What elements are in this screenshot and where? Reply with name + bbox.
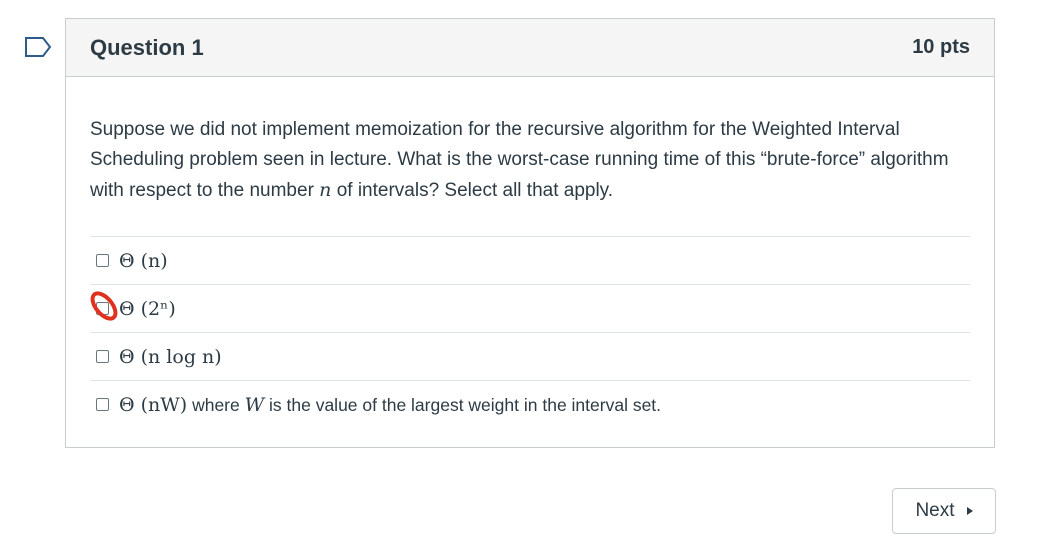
question-text-part2: of intervals? Select all that apply.	[331, 180, 614, 201]
answer-option-2[interactable]: Θ (2ⁿ)	[90, 285, 970, 333]
answer-label-3: Θ (n log n)	[119, 346, 222, 368]
answer-label-2: Θ (2ⁿ)	[119, 298, 176, 320]
question-text-variable: n	[319, 179, 332, 201]
answer-text-4-variable: W	[244, 393, 265, 416]
answer-option-4[interactable]: Θ (nW) where W is the value of the large…	[90, 381, 970, 428]
question-title: Question 1	[90, 34, 204, 60]
answer-checkbox-4[interactable]	[96, 398, 109, 411]
answer-option-3[interactable]: Θ (n log n)	[90, 333, 970, 381]
flag-question-icon[interactable]	[24, 35, 54, 59]
answer-option-1[interactable]: Θ (n)	[90, 237, 970, 285]
answer-math-4: Θ (nW)	[119, 393, 188, 416]
answer-checkbox-2[interactable]	[96, 302, 109, 315]
answer-math-1: Θ (n)	[119, 249, 168, 272]
question-text: Suppose we did not implement memoization…	[90, 115, 970, 206]
answer-text-4-part2: is the value of the largest weight in th…	[264, 394, 662, 415]
next-button[interactable]: Next	[892, 488, 996, 534]
answer-text-4-part1: where	[187, 394, 245, 415]
answer-checkbox-3[interactable]	[96, 350, 109, 363]
question-points: 10 pts	[912, 36, 970, 58]
answer-math-2: Θ (2ⁿ)	[119, 297, 176, 320]
question-card: Question 1 10 pts Suppose we did not imp…	[65, 18, 995, 448]
answer-label-1: Θ (n)	[119, 250, 168, 272]
next-button-label: Next	[915, 500, 955, 521]
answer-label-4: Θ (nW) where W is the value of the large…	[119, 394, 661, 416]
caret-right-icon	[966, 507, 973, 515]
question-body: Suppose we did not implement memoization…	[66, 77, 994, 428]
answer-checkbox-1[interactable]	[96, 254, 109, 267]
question-header: Question 1 10 pts	[66, 19, 994, 77]
answer-list: Θ (n) Θ (2ⁿ) Θ (n log n) Θ (nW) where W …	[90, 236, 970, 428]
answer-math-3: Θ (n log n)	[119, 345, 222, 368]
